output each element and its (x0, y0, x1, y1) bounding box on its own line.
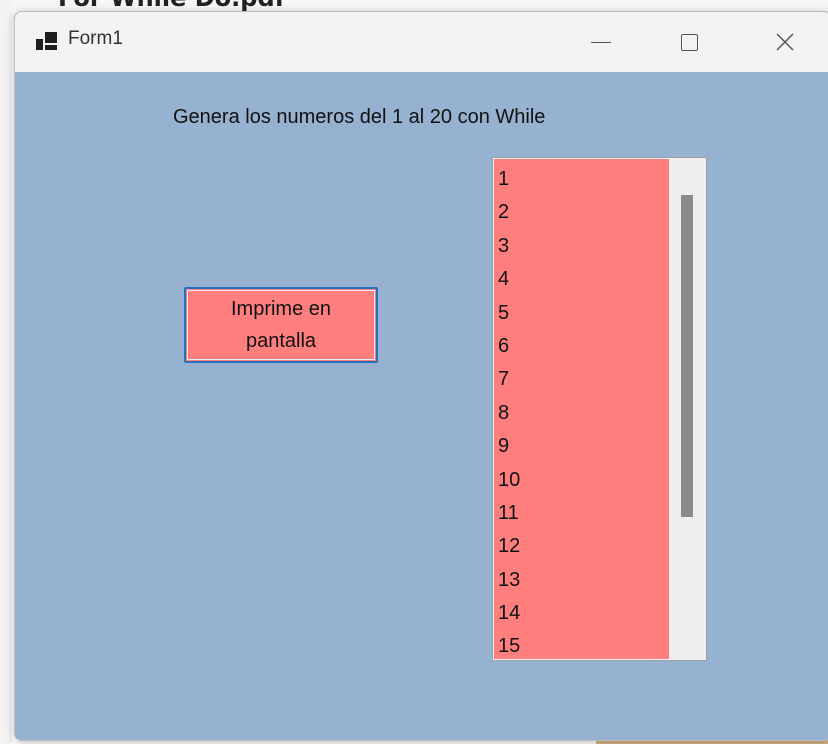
listbox-items[interactable]: 1 2 3 4 5 6 7 8 9 10 11 12 13 14 15 (494, 159, 669, 659)
minimize-button[interactable] (555, 12, 647, 72)
window-title: Form1 (68, 28, 123, 49)
listbox-scrollbar[interactable] (671, 159, 706, 659)
minimize-icon (591, 41, 611, 43)
list-item[interactable]: 2 (494, 196, 669, 229)
list-item[interactable]: 9 (494, 430, 669, 463)
numbers-listbox[interactable]: 1 2 3 4 5 6 7 8 9 10 11 12 13 14 15 (492, 157, 707, 661)
app-form-icon (36, 32, 58, 50)
print-on-screen-button[interactable]: Imprime en pantalla (184, 287, 378, 363)
maximize-icon (680, 33, 698, 51)
list-item[interactable]: 3 (494, 230, 669, 263)
list-item[interactable]: 8 (494, 397, 669, 430)
list-item[interactable]: 1 (494, 163, 669, 196)
window-titlebar[interactable]: Form1 (15, 12, 828, 72)
list-item[interactable]: 5 (494, 297, 669, 330)
list-item[interactable]: 13 (494, 564, 669, 597)
list-item[interactable]: 15 (494, 630, 669, 659)
list-item[interactable]: 4 (494, 263, 669, 296)
background-left-edge (0, 0, 12, 744)
form1-window: Form1 Genera los numeros del 1 al 20 con… (14, 11, 828, 741)
list-item[interactable]: 11 (494, 497, 669, 530)
list-item[interactable]: 14 (494, 597, 669, 630)
instruction-label: Genera los numeros del 1 al 20 con While (173, 106, 546, 128)
maximize-button[interactable] (643, 12, 735, 72)
close-button[interactable] (739, 12, 828, 72)
list-item[interactable]: 7 (494, 363, 669, 396)
close-icon (776, 33, 794, 51)
list-item[interactable]: 10 (494, 464, 669, 497)
list-item[interactable]: 12 (494, 530, 669, 563)
scrollbar-thumb[interactable] (681, 195, 693, 517)
list-item[interactable]: 6 (494, 330, 669, 363)
